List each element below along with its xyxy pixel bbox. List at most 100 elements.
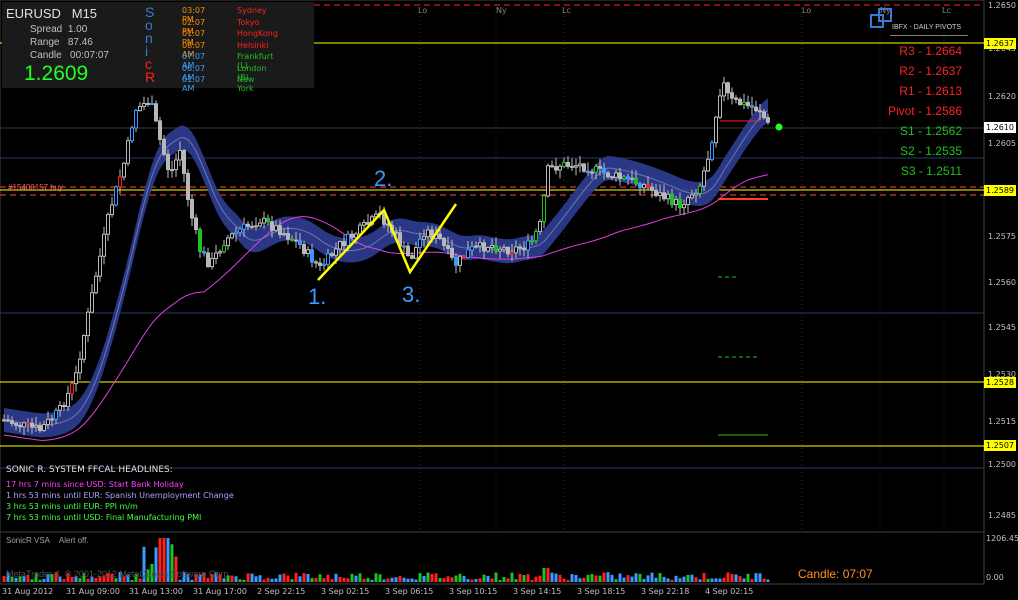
candle-body xyxy=(630,177,634,180)
vsa-bar xyxy=(374,573,378,582)
vsa-bar xyxy=(294,572,298,582)
vsa-bar xyxy=(414,579,418,582)
vsa-bar xyxy=(718,578,722,582)
vsa-bar xyxy=(350,573,354,582)
candle-body xyxy=(522,247,526,251)
vsa-bar xyxy=(382,579,386,582)
vsa-bar xyxy=(478,578,482,582)
candle-body xyxy=(682,204,686,209)
vsa-bar xyxy=(558,574,562,582)
vsa-bar xyxy=(766,579,770,582)
vsa-bar xyxy=(522,575,526,582)
current-price-dot xyxy=(775,123,783,131)
candle-body xyxy=(666,193,670,200)
candle-body xyxy=(50,418,54,421)
vsa-bar xyxy=(538,575,542,582)
candle-body xyxy=(126,140,130,164)
vsa-bar xyxy=(602,572,606,582)
vsa-bar xyxy=(266,578,270,582)
vsa-bar xyxy=(686,574,690,582)
price-chart[interactable] xyxy=(0,0,1018,600)
vsa-bar xyxy=(714,578,718,582)
candle-body xyxy=(58,404,62,411)
vsa-bar xyxy=(354,575,358,582)
candle-body xyxy=(702,170,706,187)
price-axis-label: 1.2500 xyxy=(988,460,1016,469)
pivot-level: S2 - 1.2535 xyxy=(899,144,962,158)
candle-body xyxy=(730,92,734,99)
candle-body xyxy=(214,252,218,260)
vsa-bar xyxy=(554,573,558,582)
candle-body xyxy=(518,246,522,249)
price-axis-label: 1.2575 xyxy=(988,232,1016,241)
candle-body xyxy=(422,236,426,240)
candle-body xyxy=(150,103,154,106)
vsa-bar xyxy=(566,579,570,582)
headline-item: 1 hrs 53 mins until EUR: Spanish Unemplo… xyxy=(6,491,234,500)
vsa-bar xyxy=(178,579,182,582)
vsa-bar xyxy=(746,573,750,582)
candle-body xyxy=(658,192,662,197)
time-axis-label: 3 Sep 02:15 xyxy=(321,587,370,596)
candle-body xyxy=(130,127,134,142)
candle-body xyxy=(458,255,462,266)
vsa-bar xyxy=(450,577,454,582)
candle-body xyxy=(626,176,630,180)
candle-body xyxy=(262,217,266,224)
candle-body xyxy=(634,177,638,185)
candle-body xyxy=(242,223,246,230)
candle-body xyxy=(294,239,298,242)
price-tag: 1.2610 xyxy=(984,122,1016,133)
vsa-bar xyxy=(402,577,406,582)
vsa-bar xyxy=(130,579,134,582)
candle-body xyxy=(46,418,50,426)
vsa-bar xyxy=(502,577,506,582)
vsa-bar xyxy=(498,579,502,582)
candle-body xyxy=(734,97,738,100)
vsa-bar xyxy=(302,573,306,582)
chart-window[interactable]: EURUSD M15 Spread 1.00 Range 87.46 Candl… xyxy=(0,0,1018,600)
vsa-bar xyxy=(390,577,394,582)
vsa-bar xyxy=(678,578,682,582)
vsa-bar xyxy=(598,575,602,582)
timezone-time: 01:07 AM xyxy=(182,75,206,93)
vsa-bar xyxy=(386,578,390,582)
vsa-axis-max: 1206.45 xyxy=(986,534,1018,543)
candle-body xyxy=(6,419,10,422)
timezone-city: Sydney xyxy=(237,6,267,15)
candle-body xyxy=(194,217,198,231)
candle-body xyxy=(750,105,754,108)
candle-body xyxy=(286,233,290,240)
vsa-bar xyxy=(314,577,318,582)
price-axis-label: 1.2515 xyxy=(988,417,1016,426)
candle-body xyxy=(78,358,82,374)
candle-body xyxy=(534,231,538,242)
info-panel: EURUSD M15 Spread 1.00 Range 87.46 Candl… xyxy=(2,2,314,93)
candle-body xyxy=(494,245,498,252)
candle-body xyxy=(642,184,646,189)
headline-item: 7 hrs 53 mins until USD: Final Manufactu… xyxy=(6,513,202,522)
vsa-bar xyxy=(86,578,90,582)
candle-body xyxy=(142,103,146,107)
vsa-bar xyxy=(394,577,398,582)
vsa-bar xyxy=(190,579,194,582)
vsa-bar xyxy=(318,574,322,582)
dragon-band xyxy=(4,98,768,438)
time-axis-label: 3 Sep 18:15 xyxy=(577,587,626,596)
spread-row: Spread 1.00 xyxy=(30,24,88,35)
pivot-level: Pivot - 1.2586 xyxy=(887,104,962,118)
vsa-bar xyxy=(614,579,618,582)
vsa-bar xyxy=(578,578,582,582)
time-axis-label: 31 Aug 2012 xyxy=(2,587,54,596)
time-axis-label: 2 Sep 22:15 xyxy=(257,587,306,596)
candle-body xyxy=(546,165,550,197)
order-label: #15400157 buy xyxy=(8,183,64,192)
sonic-letter: R xyxy=(145,69,156,85)
candle-body xyxy=(154,103,158,122)
candle-body xyxy=(110,204,114,216)
wave-label-1: 1. xyxy=(308,284,327,309)
vsa-bar xyxy=(462,575,466,582)
vsa-bar xyxy=(638,573,642,582)
vsa-bar xyxy=(246,573,250,582)
candle-body xyxy=(90,292,94,313)
